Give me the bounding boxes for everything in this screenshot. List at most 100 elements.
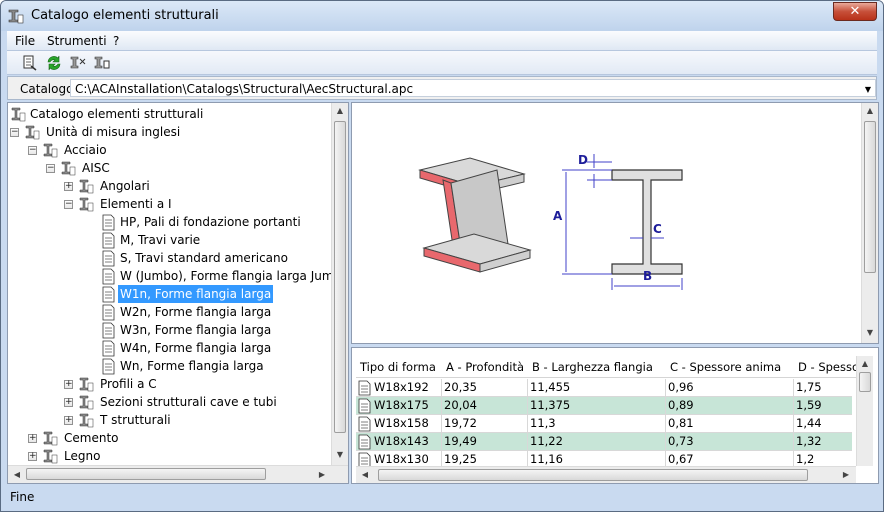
- expand-icon[interactable]: [93, 54, 111, 72]
- scroll-down-icon[interactable]: ▼: [862, 328, 878, 337]
- table-row[interactable]: W18x192 20,35 11,455 0,96 1,75: [356, 379, 852, 397]
- document-icon: [358, 380, 371, 396]
- tree-hscroll-thumb[interactable]: [26, 468, 266, 480]
- row-c-cell: 0,96: [666, 379, 794, 397]
- row-a-cell: 19,72: [442, 415, 528, 433]
- document-icon: [102, 250, 115, 267]
- catalog-window: Catalogo elementi strutturali ✕ File Str…: [0, 0, 884, 512]
- tree-scroll-thumb[interactable]: [334, 121, 346, 433]
- row-shape-name: W18x158: [374, 416, 429, 430]
- tree-vertical-scrollbar[interactable]: ▲ ▼: [331, 103, 348, 465]
- scroll-right-icon[interactable]: ▶: [838, 470, 854, 479]
- table-row[interactable]: W18x158 19,72 11,3 0,81 1,44: [356, 415, 852, 433]
- catalog-icon: [11, 107, 26, 122]
- scroll-left-icon[interactable]: ◀: [9, 470, 25, 479]
- catalog-path-select[interactable]: C:\ACAInstallation\Catalogs\Structural\A…: [70, 79, 876, 97]
- grid-scroll-thumb[interactable]: [859, 372, 871, 392]
- dimension-b-label: B: [643, 269, 653, 283]
- collapse-icon[interactable]: −: [46, 164, 55, 173]
- column-header-tipo[interactable]: Tipo di forma: [360, 360, 436, 374]
- collapse-icon[interactable]: −: [28, 146, 37, 155]
- row-d-cell: 1,59: [796, 398, 822, 412]
- grid-header: Tipo di forma A - Profondità B - Larghez…: [356, 356, 864, 378]
- catalog-label: Catalogo: [20, 82, 74, 96]
- dimension-d-label: D: [578, 153, 588, 167]
- expand-node-icon[interactable]: +: [64, 380, 73, 389]
- row-shape-name: W18x143: [374, 434, 429, 448]
- new-catalog-icon[interactable]: [21, 54, 39, 72]
- grid-horizontal-scrollbar[interactable]: ◀ ▶: [356, 466, 856, 483]
- expand-node-icon[interactable]: +: [64, 182, 73, 191]
- tree-label-angolari: Angolari: [100, 179, 150, 193]
- folder-beam-icon: [43, 143, 58, 158]
- folder-beam-icon: [79, 395, 94, 410]
- close-button[interactable]: ✕: [833, 2, 877, 21]
- scroll-up-icon[interactable]: ▲: [857, 359, 873, 368]
- expand-node-icon[interactable]: +: [28, 452, 37, 461]
- scroll-down-icon[interactable]: ▼: [332, 450, 348, 459]
- tree-label-w3n: W3n, Forme flangia larga: [120, 323, 272, 337]
- dimension-c-label: C: [653, 222, 662, 236]
- row-shape-cell: W18x143: [356, 433, 442, 451]
- refresh-icon[interactable]: [45, 54, 63, 72]
- catalog-path-bar: Catalogo C:\ACAInstallation\Catalogs\Str…: [7, 76, 877, 100]
- scroll-left-icon[interactable]: ◀: [357, 470, 373, 479]
- expand-node-icon[interactable]: +: [64, 398, 73, 407]
- table-row[interactable]: W18x175 20,04 11,375 0,89 1,59: [356, 397, 852, 415]
- document-icon: [358, 398, 371, 414]
- column-header-d[interactable]: D - Spessor: [798, 360, 864, 374]
- collapse-icon[interactable]: −: [64, 200, 73, 209]
- status-bar: Fine: [7, 488, 877, 508]
- filter-icon[interactable]: [69, 54, 87, 72]
- dimension-a-label: A: [553, 209, 563, 223]
- row-c-cell: 0,73: [666, 433, 794, 451]
- tree-label-profili-c: Profili a C: [100, 377, 157, 391]
- row-b-cell: 11,22: [528, 433, 666, 451]
- folder-beam-icon: [79, 179, 94, 194]
- scroll-right-icon[interactable]: ▶: [314, 470, 330, 479]
- scroll-up-icon[interactable]: ▲: [332, 106, 348, 115]
- document-icon: [102, 268, 115, 285]
- title-bar: Catalogo elementi strutturali ✕: [1, 1, 883, 31]
- column-header-c[interactable]: C - Spessore anima: [670, 360, 781, 374]
- row-a-cell: 19,49: [442, 433, 528, 451]
- column-header-a[interactable]: A - Profondità: [446, 360, 524, 374]
- grid-hscroll-thumb[interactable]: [378, 469, 808, 481]
- tree-label-w2n: W2n, Forme flangia larga: [120, 305, 272, 319]
- scroll-up-icon[interactable]: ▲: [862, 106, 878, 115]
- collapse-icon[interactable]: −: [10, 128, 19, 137]
- row-b-cell: 11,3: [528, 415, 666, 433]
- document-icon: [102, 340, 115, 357]
- row-c-cell: 0,89: [666, 397, 794, 415]
- tree-label-w4n: W4n, Forme flangia larga: [120, 341, 272, 355]
- folder-beam-icon: [79, 377, 94, 392]
- grid-vertical-scrollbar[interactable]: ▲: [856, 356, 873, 466]
- table-row[interactable]: W18x143 19,49 11,22 0,73 1,32: [356, 433, 852, 451]
- tree-label-acciaio: Acciaio: [64, 143, 107, 157]
- expand-node-icon[interactable]: +: [28, 434, 37, 443]
- menu-strumenti[interactable]: Strumenti: [47, 34, 107, 48]
- preview-vertical-scrollbar[interactable]: ▲ ▼: [861, 103, 878, 343]
- folder-beam-icon: [43, 431, 58, 446]
- menu-bar: File Strumenti ?: [7, 31, 877, 51]
- catalog-path-value: C:\ACAInstallation\Catalogs\Structural\A…: [75, 82, 414, 96]
- menu-file[interactable]: File: [15, 34, 35, 48]
- row-d-cell: 1,44: [796, 416, 822, 430]
- status-text: Fine: [10, 490, 35, 504]
- folder-beam-icon: [25, 125, 40, 140]
- menu-help[interactable]: ?: [113, 34, 119, 48]
- chevron-down-icon[interactable]: ▼: [865, 85, 871, 94]
- expand-node-icon[interactable]: +: [64, 416, 73, 425]
- row-b-cell: 11,455: [528, 379, 666, 397]
- preview-scroll-thumb[interactable]: [864, 121, 876, 273]
- document-icon: [102, 232, 115, 249]
- shape-data-grid: Tipo di forma A - Profondità B - Larghez…: [351, 347, 879, 484]
- tree-label-aisc: AISC: [82, 161, 110, 175]
- row-c-cell: 0,81: [666, 415, 794, 433]
- catalog-app-icon: [8, 9, 24, 24]
- column-header-b[interactable]: B - Larghezza flangia: [532, 360, 653, 374]
- row-b-cell: 11,375: [528, 397, 666, 415]
- tree-label-elementi-i: Elementi a I: [100, 197, 172, 211]
- tree-label-legno: Legno: [64, 449, 101, 463]
- tree-horizontal-scrollbar[interactable]: ◀ ▶: [8, 465, 348, 483]
